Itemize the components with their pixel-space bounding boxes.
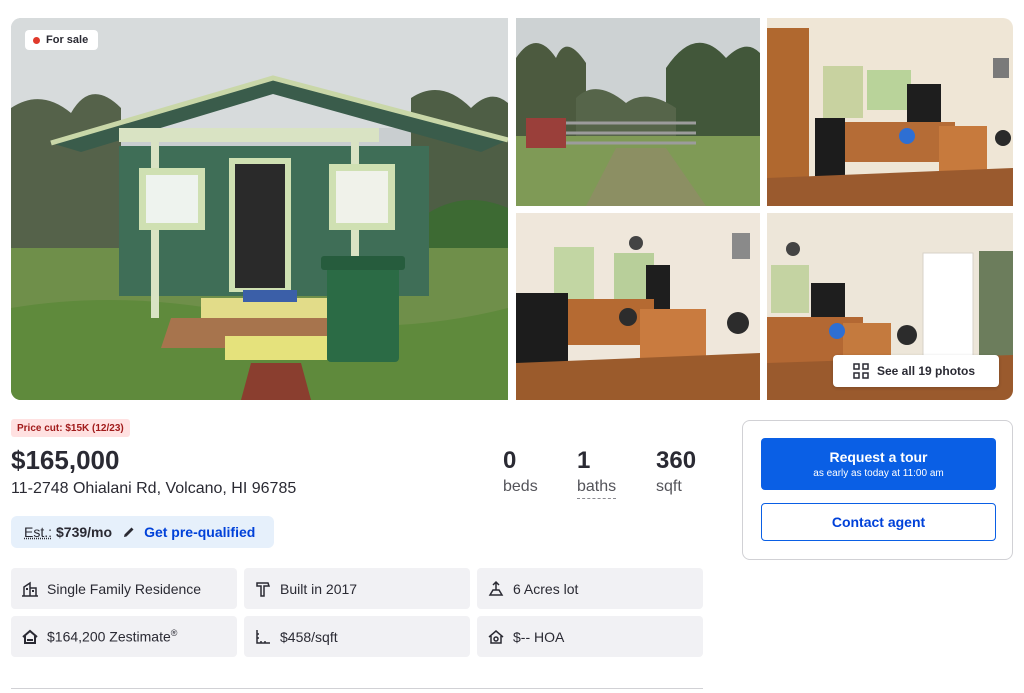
beds-stat: 0 beds bbox=[503, 446, 538, 498]
sqft-value: 360 bbox=[656, 447, 697, 474]
get-prequalified-link[interactable]: Get pre-qualified bbox=[144, 524, 255, 540]
listing-address: 11-2748 Ohialani Rd, Volcano, HI 96785 bbox=[11, 480, 297, 497]
beds-label: beds bbox=[503, 478, 538, 495]
fact-price-per-sqft-text: $458/sqft bbox=[280, 628, 338, 645]
fact-zestimate-text[interactable]: $164,200 Zestimate® bbox=[47, 628, 177, 645]
main-house-photo[interactable]: For sale bbox=[11, 18, 508, 400]
fact-lot-size-text: 6 Acres lot bbox=[513, 580, 579, 597]
estimate-amount: $739/mo bbox=[56, 524, 113, 540]
request-tour-button[interactable]: Request a tour as early as today at 11:0… bbox=[761, 438, 996, 490]
fact-year-built: Built in 2017 bbox=[244, 568, 470, 609]
grid-icon bbox=[853, 363, 869, 379]
ruler-icon bbox=[256, 629, 270, 644]
baths-value: 1 bbox=[577, 447, 591, 474]
price-cut-badge: Price cut: $15K (12/23) bbox=[11, 419, 130, 437]
fact-lot-size: 6 Acres lot bbox=[477, 568, 703, 609]
fact-price-per-sqft: $458/sqft bbox=[244, 616, 470, 657]
building-icon bbox=[22, 581, 38, 597]
fact-home-type: Single Family Residence bbox=[11, 568, 237, 609]
beds-value: 0 bbox=[503, 447, 517, 474]
baths-label[interactable]: baths bbox=[577, 476, 617, 499]
gate-photo[interactable] bbox=[516, 18, 760, 206]
request-tour-subtext: as early as today at 11:00 am bbox=[813, 468, 944, 479]
estimate-label[interactable]: Est.: bbox=[24, 524, 52, 540]
kitchen-photo-1[interactable] bbox=[767, 18, 1013, 206]
zestimate-value: $164,200 Zestimate bbox=[47, 628, 171, 645]
fact-hoa: $-- HOA bbox=[477, 616, 703, 657]
baths-stat[interactable]: 1 baths bbox=[577, 446, 617, 499]
listing-price: $165,000 bbox=[11, 445, 120, 475]
status-dot-icon bbox=[33, 36, 40, 44]
zestimate-icon bbox=[22, 629, 38, 644]
contact-agent-button[interactable]: Contact agent bbox=[761, 503, 996, 541]
kitchen-photo-2[interactable] bbox=[516, 213, 760, 400]
lot-icon bbox=[488, 580, 504, 596]
fact-year-built-text: Built in 2017 bbox=[280, 580, 358, 597]
registered-mark: ® bbox=[170, 628, 178, 639]
hoa-icon bbox=[488, 629, 504, 644]
fact-zestimate[interactable]: $164,200 Zestimate® bbox=[11, 616, 237, 657]
see-all-photos-button[interactable]: See all 19 photos bbox=[833, 355, 999, 387]
pencil-icon bbox=[124, 527, 134, 537]
fact-hoa-text: $-- HOA bbox=[513, 628, 565, 645]
for-sale-badge: For sale bbox=[25, 30, 99, 50]
section-divider bbox=[11, 688, 703, 689]
sqft-stat: 360 sqft bbox=[656, 446, 696, 498]
request-tour-label: Request a tour bbox=[829, 449, 928, 465]
photo-gallery: For sale See all 19 photos bbox=[11, 18, 1013, 400]
hammer-icon bbox=[256, 581, 271, 597]
sqft-label: sqft bbox=[656, 478, 682, 495]
fact-home-type-text: Single Family Residence bbox=[47, 580, 202, 597]
see-all-label: See all 19 photos bbox=[877, 364, 976, 378]
contact-card: Request a tour as early as today at 11:0… bbox=[742, 420, 1013, 560]
estimate-pill[interactable]: Est.: $739/mo Get pre-qualified bbox=[11, 516, 274, 548]
